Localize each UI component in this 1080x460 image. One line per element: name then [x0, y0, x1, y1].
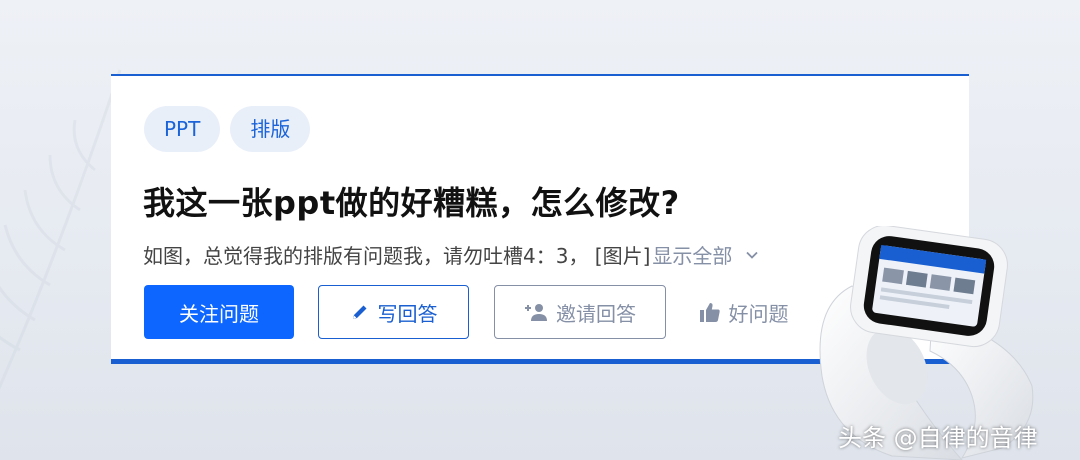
source-watermark: 头条 @自律的音律	[838, 424, 1038, 452]
invite-answer-button[interactable]: 邀请回答	[494, 285, 666, 339]
good-question-label: 好问题	[728, 301, 789, 326]
follow-label: 关注问题	[179, 301, 259, 326]
question-description: 如图，总觉得我的排版有问题我，请勿吐槽4：3， [图片] 显示全部	[143, 240, 759, 269]
show-all-link[interactable]: 显示全部	[652, 240, 732, 269]
chevron-down-icon[interactable]	[746, 249, 759, 261]
write-answer-button[interactable]: 写回答	[318, 285, 469, 339]
pencil-icon	[352, 305, 366, 319]
follow-question-button[interactable]: 关注问题	[144, 285, 294, 339]
good-question-button[interactable]: 好问题	[691, 285, 796, 339]
thumbs-up-icon	[699, 303, 720, 322]
tag-ppt[interactable]: PPT	[144, 106, 221, 152]
topic-tags: PPT 排版	[144, 106, 311, 152]
write-label: 写回答	[377, 301, 438, 326]
add-person-icon	[525, 304, 547, 321]
tag-layout[interactable]: 排版	[230, 106, 311, 152]
description-text: 如图，总觉得我的排版有问题我，请勿吐槽4：3， [图片]	[143, 244, 651, 268]
question-title[interactable]: 我这一张ppt做的好糟糕，怎么修改?	[143, 178, 680, 224]
invite-label: 邀请回答	[556, 301, 636, 326]
